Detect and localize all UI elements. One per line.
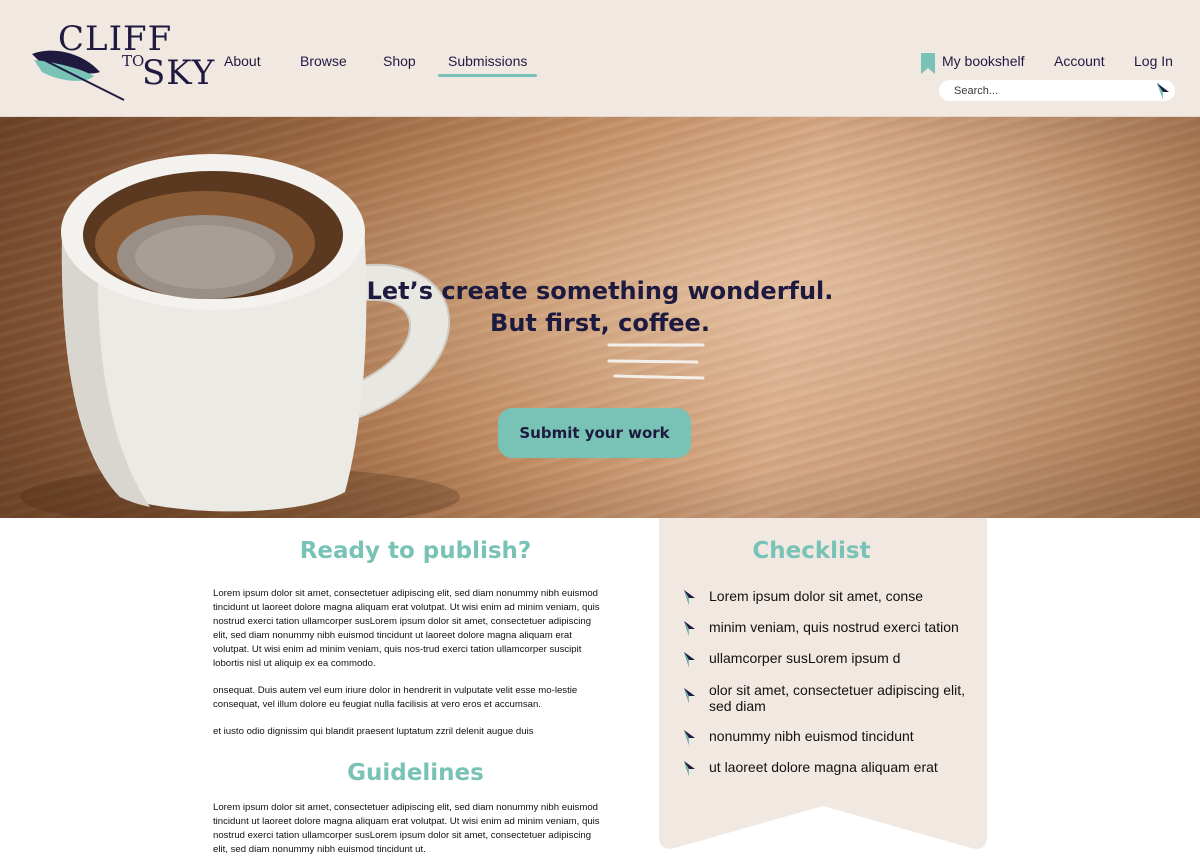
- guidelines-heading: Guidelines: [347, 760, 484, 786]
- hero-banner: Let’s create something wonderful. But fi…: [0, 117, 1200, 518]
- arrow-bullet-icon: [684, 652, 695, 667]
- checklist-item-text: Lorem ipsum dolor sit amet, conse: [709, 588, 923, 604]
- arrow-bullet-icon: [684, 730, 695, 745]
- search-input[interactable]: [954, 83, 1144, 98]
- submit-your-work-button[interactable]: Submit your work: [498, 408, 691, 458]
- checklist-item-text: ullamcorper susLorem ipsum d: [709, 650, 901, 666]
- checklist-item-text: olor sit amet, consectetuer adipiscing e…: [709, 682, 966, 714]
- arrow-bullet-icon: [684, 761, 695, 776]
- login-link[interactable]: Log In: [1134, 53, 1173, 69]
- logo[interactable]: CLIFF TO SKY: [30, 20, 214, 102]
- nav-shop[interactable]: Shop: [383, 53, 416, 69]
- nav-submissions[interactable]: Submissions: [448, 53, 527, 69]
- site-header: CLIFF TO SKY About Browse Shop Submissio…: [0, 0, 1200, 117]
- checklist-panel: Checklist Lorem ipsum dolor sit amet, co…: [659, 518, 987, 853]
- my-bookshelf-link[interactable]: My bookshelf: [942, 53, 1024, 69]
- checklist-item-text: ut laoreet dolore magna aliquam erat: [709, 759, 938, 775]
- logo-text-to: TO: [122, 52, 145, 70]
- logo-text-sky: SKY: [142, 53, 216, 93]
- account-link[interactable]: Account: [1054, 53, 1105, 69]
- publish-paragraph-3: et iusto odio dignissim qui blandit prae…: [213, 726, 534, 737]
- arrow-bullet-icon: [684, 590, 695, 605]
- nav-browse[interactable]: Browse: [300, 53, 347, 69]
- arrow-bullet-icon: [684, 688, 695, 703]
- guidelines-paragraph: Lorem ipsum dolor sit amet, consectetuer…: [213, 802, 600, 855]
- search-submit-icon[interactable]: [1157, 83, 1169, 99]
- arrow-bullet-icon: [684, 621, 695, 636]
- bookmark-icon[interactable]: [921, 53, 935, 74]
- checklist-item-text: minim veniam, quis nostrud exerci tation: [709, 619, 959, 635]
- nav-active-indicator: [438, 74, 537, 77]
- publish-paragraph-1: Lorem ipsum dolor sit amet, consectetuer…: [213, 588, 600, 669]
- nav-about[interactable]: About: [224, 53, 261, 69]
- ready-to-publish-heading: Ready to publish?: [299, 538, 532, 564]
- checklist-heading: Checklist: [752, 538, 871, 564]
- checklist-item-text: nonummy nibh euismod tincidunt: [709, 728, 914, 744]
- publish-paragraph-2: onsequat. Duis autem vel eum iriure dolo…: [213, 685, 578, 710]
- search-bar: [939, 80, 1175, 101]
